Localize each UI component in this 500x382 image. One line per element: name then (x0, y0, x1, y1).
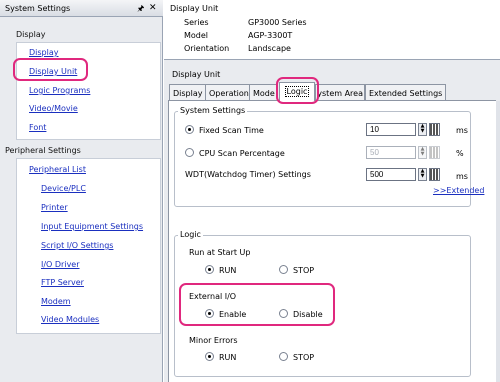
fixed-scan-label: Fixed Scan Time (199, 126, 264, 135)
link-input-equipment[interactable]: Input Equipment Settings (41, 222, 143, 231)
fixed-scan-keypad-icon[interactable] (429, 123, 440, 136)
wdt-spinner[interactable]: ▲ ▼ (418, 168, 427, 181)
startup-stop-label: STOP (293, 266, 315, 275)
wdt-label: WDT(Watchdog Timer) Settings (185, 170, 311, 179)
system-settings-label: System Settings (178, 106, 248, 115)
minor-stop-label: STOP (293, 353, 315, 362)
link-font[interactable]: Font (29, 123, 46, 132)
orientation-value: Landscape (248, 44, 291, 53)
fixed-scan-unit: ms (456, 126, 468, 135)
model-label: Model (184, 31, 209, 40)
link-script-io[interactable]: Script I/O Settings (41, 241, 113, 250)
logic-tab-highlight (276, 77, 319, 104)
cpu-scan-label: CPU Scan Percentage (199, 149, 285, 158)
link-ftp-server[interactable]: FTP Server (41, 278, 84, 287)
tab-extended-settings[interactable]: Extended Settings (365, 84, 447, 101)
link-video-movie[interactable]: Video/Movie (29, 104, 78, 113)
pane-titlebar: System Settings 🖈︎ ✕ (0, 0, 163, 17)
peripheral-heading: Peripheral Settings (5, 146, 81, 155)
system-settings-pane: System Settings 🖈︎ ✕ Display Display Dis… (0, 0, 163, 382)
minor-run-radio[interactable] (205, 352, 214, 361)
cpu-scan-unit: % (456, 149, 464, 158)
display-unit-title: Display Unit (172, 70, 221, 79)
logic-tab-content: System Settings Fixed Scan Time ▲▼ ms CP… (168, 101, 496, 382)
pin-icon[interactable]: 🖈︎ (137, 3, 144, 17)
tab-operation[interactable]: Operation (205, 84, 253, 101)
startup-stop-radio[interactable] (279, 265, 288, 274)
tab-system-area-label: System Area (319, 89, 363, 98)
tab-mode[interactable]: Mode (249, 84, 278, 101)
link-printer[interactable]: Printer (41, 203, 68, 212)
tab-system-area[interactable]: System Area (315, 84, 365, 101)
minor-errors-label: Minor Errors (189, 336, 238, 345)
tab-display[interactable]: Display (169, 84, 207, 101)
fixed-scan-spinner[interactable]: ▲ ▼ (418, 123, 427, 136)
close-icon[interactable]: ✕ (149, 3, 157, 13)
wdt-unit: ms (456, 172, 468, 181)
peripheral-links-panel: Peripheral List Device/PLC Printer Input… (16, 158, 161, 334)
link-video-modules[interactable]: Video Modules (41, 315, 99, 324)
cpu-scan-input[interactable] (366, 146, 416, 159)
startup-run-radio[interactable] (205, 265, 214, 274)
link-display[interactable]: Display (29, 48, 59, 57)
logic-label: Logic (178, 230, 203, 239)
fixed-scan-radio[interactable] (185, 125, 194, 134)
display-heading: Display (16, 30, 46, 39)
wdt-keypad-icon[interactable] (429, 168, 440, 181)
info-title: Display Unit (170, 4, 219, 13)
minor-stop-radio[interactable] (279, 352, 288, 361)
link-io-driver[interactable]: I/O Driver (41, 260, 80, 269)
cpu-scan-keypad-icon[interactable] (429, 146, 440, 159)
startup-run-label: RUN (219, 266, 237, 275)
link-peripheral-list[interactable]: Peripheral List (29, 165, 86, 174)
link-modem[interactable]: Modem (41, 297, 71, 306)
display-unit-pane: Display Unit Series GP3000 Series Model … (164, 0, 500, 382)
external-io-highlight (179, 283, 335, 326)
orientation-label: Orientation (184, 44, 230, 53)
display-links-panel: Display Display Unit Logic Programs Vide… (16, 42, 161, 140)
vertical-scrollbar[interactable] (496, 101, 500, 382)
fixed-scan-input[interactable] (366, 123, 416, 136)
pane-title: System Settings (5, 4, 71, 13)
extended-link[interactable]: >>Extended (433, 186, 484, 195)
minor-run-label: RUN (219, 353, 237, 362)
model-value: AGP-3300T (248, 31, 293, 40)
link-device-plc[interactable]: Device/PLC (41, 184, 86, 193)
run-at-startup-label: Run at Start Up (189, 248, 251, 257)
series-label: Series (184, 18, 209, 27)
display-unit-highlight (13, 58, 88, 81)
cpu-scan-radio[interactable] (185, 148, 194, 157)
link-logic-programs[interactable]: Logic Programs (29, 86, 90, 95)
series-value: GP3000 Series (248, 18, 307, 27)
cpu-scan-spinner[interactable]: ▲ ▼ (418, 146, 427, 159)
wdt-input[interactable] (366, 168, 416, 181)
unit-info-header: Display Unit Series GP3000 Series Model … (164, 0, 500, 60)
